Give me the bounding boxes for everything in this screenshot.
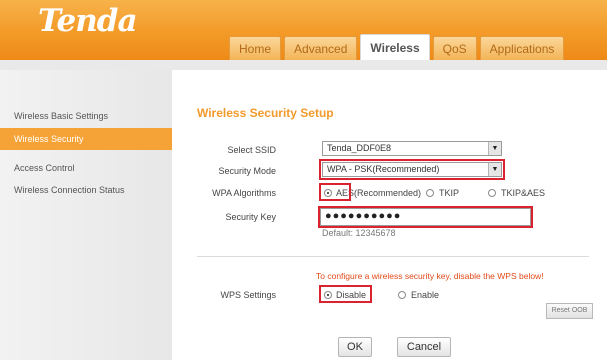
security-key-highlight-box [318, 206, 533, 228]
sidebar-item-access-control[interactable]: Access Control [0, 157, 172, 179]
radio-tkip-aes[interactable] [488, 189, 496, 197]
reset-oob-button[interactable]: Reset OOB [546, 303, 593, 319]
radio-tkip[interactable] [426, 189, 434, 197]
radio-tkip-label: TKIP [439, 188, 460, 198]
tab-qos[interactable]: QoS [432, 36, 477, 60]
wps-disable-highlight-box [319, 285, 372, 303]
security-key-default-hint: Default: 12345678 [322, 228, 396, 238]
security-key-label: Security Key [225, 212, 276, 222]
wps-warning-text: To configure a wireless security key, di… [316, 271, 544, 281]
sidebar-item-wireless-security[interactable]: Wireless Security [0, 128, 172, 150]
radio-wps-enable[interactable] [398, 291, 406, 299]
aes-highlight-box [319, 183, 351, 201]
tab-home[interactable]: Home [229, 36, 282, 60]
wps-settings-label: WPS Settings [220, 290, 276, 300]
ssid-select[interactable]: Tenda_DDF0E8 ▼ [322, 141, 502, 156]
tab-advanced[interactable]: Advanced [284, 36, 358, 60]
main-tabs: Home Advanced Wireless QoS Applications [229, 34, 567, 60]
wpa-algorithms-label: WPA Algorithms [212, 188, 276, 198]
radio-wps-enable-label: Enable [411, 290, 440, 300]
sidebar-item-wireless-basic-settings[interactable]: Wireless Basic Settings [0, 105, 172, 127]
page-title: Wireless Security Setup [197, 106, 334, 120]
ssid-label: Select SSID [227, 145, 276, 155]
ssid-value: Tenda_DDF0E8 [327, 143, 392, 153]
security-mode-highlight-box [319, 159, 505, 180]
tab-wireless[interactable]: Wireless [360, 34, 430, 60]
sidebar-item-wireless-connection-status[interactable]: Wireless Connection Status [0, 179, 172, 201]
section-divider [197, 256, 589, 257]
security-mode-label: Security Mode [218, 166, 276, 176]
cancel-button[interactable]: Cancel [397, 337, 451, 357]
ok-button[interactable]: OK [338, 337, 372, 357]
radio-tkip-aes-label: TKIP&AES [501, 188, 546, 198]
header-bar: Tenda Home Advanced Wireless QoS Applica… [0, 0, 607, 60]
tab-applications[interactable]: Applications [479, 36, 565, 60]
header-divider-band [0, 60, 607, 70]
dropdown-arrow-icon: ▼ [488, 142, 501, 155]
sidebar: Wireless Basic Settings Wireless Securit… [0, 70, 172, 360]
tenda-logo: Tenda [38, 3, 138, 39]
